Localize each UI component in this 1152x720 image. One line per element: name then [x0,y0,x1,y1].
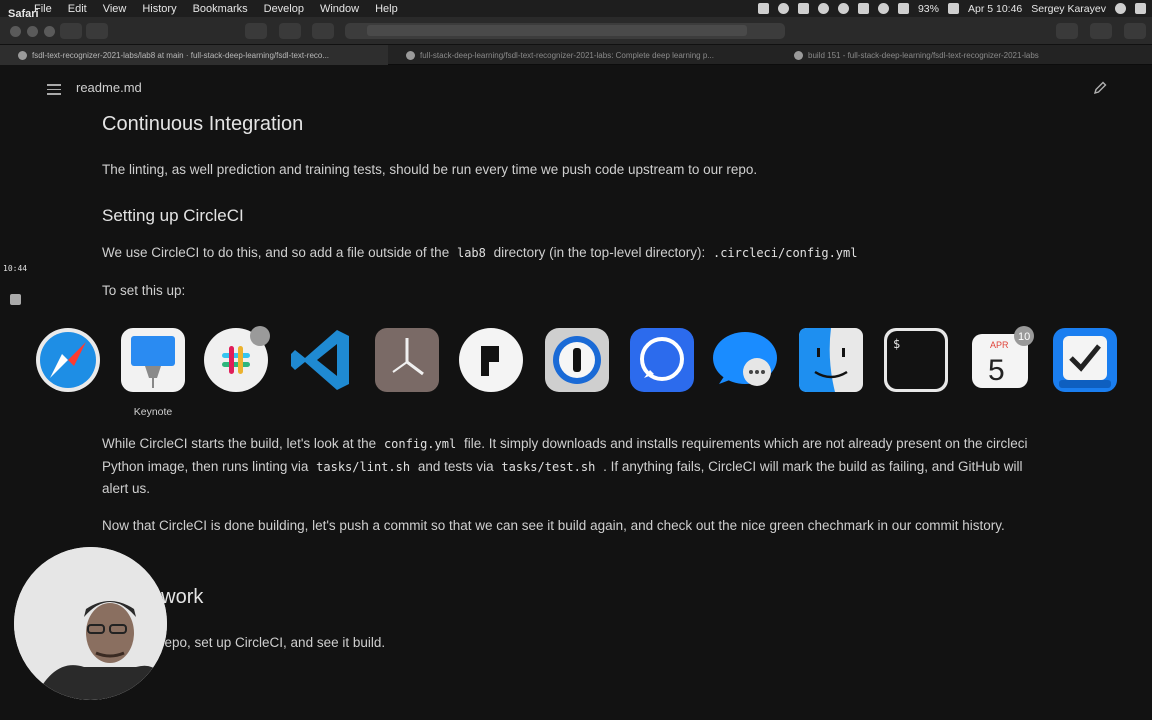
browser-toolbar [0,17,1152,45]
menubar-user[interactable]: Sergey Karayev [1031,3,1106,15]
calendar-day: 5 [988,354,1005,387]
clock-app-icon[interactable] [373,326,441,394]
menu-develop[interactable]: Develop [256,3,312,15]
heading-setting-up-circleci: Setting up CircleCI [102,206,244,225]
control-center-icon[interactable] [1135,3,1146,14]
lock-icon[interactable] [857,3,869,14]
tab-repo[interactable]: full-stack-deep-learning/fsdl-text-recog… [388,45,776,65]
forward-button[interactable] [86,23,108,39]
close-window-button[interactable] [10,26,21,37]
menu-window[interactable]: Window [312,3,367,15]
downloads-button[interactable] [1056,23,1078,39]
calendar-month: APR [990,340,1009,350]
tab-title: fsdl-text-recognizer-2021-labs/lab8 at m… [32,50,330,60]
menu-icon[interactable] [47,84,61,95]
terminal-icon[interactable]: $ [882,326,950,394]
menubar-clock[interactable]: Apr 5 10:46 [968,3,1022,15]
zoom-window-button[interactable] [44,26,55,37]
paragraph-build: While CircleCI starts the build, let's l… [102,436,1028,496]
paragraph-setup: We use CircleCI to do this, and so add a… [102,242,1032,265]
share-icon[interactable] [279,23,301,39]
github-icon [18,50,27,60]
app-switcher-label: Keynote [133,406,173,418]
sidebar-button[interactable] [245,23,267,39]
safari-icon[interactable] [34,326,102,394]
svg-text:$: $ [893,337,900,351]
menu-help[interactable]: Help [367,3,406,15]
app-switcher: $ APR 5 10 Keynote [0,318,1152,426]
tab-build[interactable]: build 151 - full-stack-deep-learning/fsd… [776,45,1152,65]
recording-indicator [10,294,21,305]
vscode-icon[interactable] [287,326,355,394]
address-bar[interactable] [345,23,785,39]
vpn-icon[interactable] [837,3,849,14]
minimize-window-button[interactable] [27,26,38,37]
github-icon [406,50,415,60]
file-header: readme.md [0,66,1152,108]
pencil-icon[interactable] [1092,80,1108,96]
menu-view[interactable]: View [95,3,135,15]
back-button[interactable] [60,23,82,39]
new-tab-button[interactable] [1124,23,1146,39]
inline-code: tasks/test.sh [501,459,596,474]
webcam-overlay [14,547,167,700]
heading-continuous-integration: Continuous Integration [102,113,304,135]
inline-code: lab8 [456,246,486,260]
inline-code: .circleci/config.yml [712,246,858,260]
menu-history[interactable]: History [134,3,184,15]
calendar-badge: 10 [1018,331,1030,343]
file-name: readme.md [76,80,142,95]
inline-code: tasks/lint.sh [316,459,411,474]
finder-icon[interactable] [797,326,865,394]
menu-bar: Safari File Edit View History Bookmarks … [0,0,1152,20]
recording-clock: 10:44 [3,264,28,273]
share-button[interactable] [1090,23,1112,39]
paragraph-setup-2: To set this up: [102,283,186,298]
dropbox-icon[interactable] [797,3,809,14]
calendar-icon[interactable]: APR 5 10 [966,326,1034,394]
password-manager-icon[interactable] [543,326,611,394]
paragraph-homework: repo, set up CircleCI, and see it build. [160,635,386,650]
slack-icon[interactable] [202,326,270,394]
paragraph-done: Now that CircleCI is done building, let'… [102,518,1005,533]
address-text [367,25,747,36]
pastebot-icon[interactable] [457,326,525,394]
wifi-icon[interactable] [877,3,889,14]
dial-icon[interactable] [817,3,829,14]
cloud-icon[interactable] [777,3,789,14]
tab-lab8[interactable]: fsdl-text-recognizer-2021-labs/lab8 at m… [0,45,388,65]
search-icon[interactable] [1115,3,1126,14]
messages-icon[interactable] [711,326,779,394]
volume-icon[interactable] [897,3,909,14]
paragraph-ci: The linting, as well prediction and trai… [102,162,758,177]
pause-icon[interactable] [757,3,769,14]
inline-code: config.yml [383,437,457,451]
reader-icon[interactable] [312,23,334,39]
battery-icon[interactable] [947,3,959,14]
tab-title: full-stack-deep-learning/fsdl-text-recog… [420,50,714,60]
menu-bookmarks[interactable]: Bookmarks [185,3,256,15]
circleci-icon [794,50,803,60]
tab-title: build 151 - full-stack-deep-learning/fsd… [808,50,1039,60]
battery-percent[interactable]: 93% [918,3,939,15]
things-icon[interactable] [1051,326,1119,394]
signal-icon[interactable] [628,326,696,394]
tab-bar: fsdl-text-recognizer-2021-labs/lab8 at m… [0,45,1152,65]
keynote-icon[interactable] [119,326,187,394]
